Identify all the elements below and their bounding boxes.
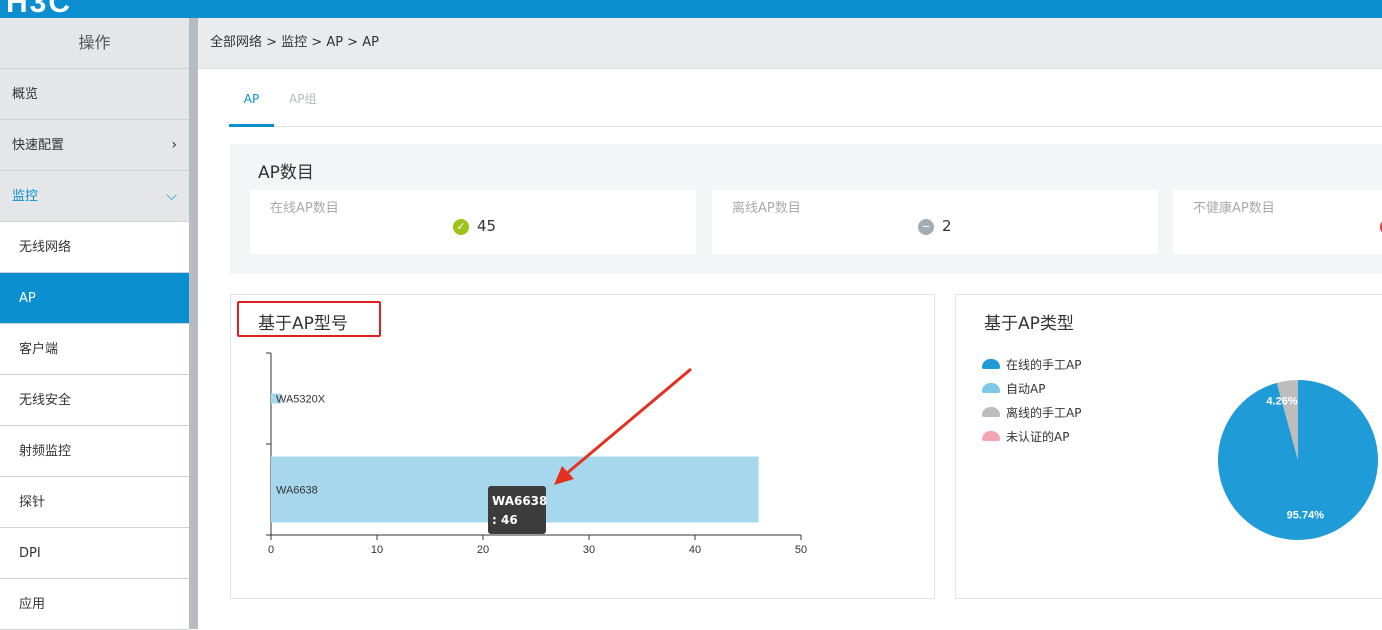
x-tick-label: 30 — [583, 544, 595, 556]
sidebar-header: 操作 — [0, 18, 189, 69]
tab-ap[interactable]: AP — [229, 78, 274, 127]
sidebar-item-rf-monitor[interactable]: 射频监控 — [0, 426, 189, 477]
sidebar-item-clients[interactable]: 客户端 — [0, 324, 189, 375]
online-ap-card: 在线AP数目 ✓ 45 — [250, 190, 696, 254]
scrollbar-thumb[interactable] — [189, 18, 198, 629]
sidebar-item-quick-config[interactable]: 快速配置 › — [0, 120, 189, 171]
top-banner: H3C — [0, 0, 1382, 18]
check-circle-icon: ✓ — [453, 218, 469, 235]
sidebar-item-label: 应用 — [19, 597, 46, 612]
tab-ap-group[interactable]: AP组 — [289, 78, 316, 124]
x-tick-label: 0 — [268, 544, 274, 556]
bar-category-label: WA5320X — [276, 394, 326, 406]
pie-slice-label: 4.26% — [1266, 396, 1297, 408]
breadcrumb: 全部网络 > 监控 > AP > AP — [198, 18, 1382, 69]
pie-slice-label: 95.74% — [1287, 510, 1325, 522]
tooltip-name: WA6638 — [492, 494, 548, 508]
sidebar-item-wireless-security[interactable]: 无线安全 — [0, 375, 189, 426]
online-ap-value-row: ✓ 45 — [453, 216, 496, 236]
x-tick-label: 40 — [689, 544, 701, 556]
sidebar-item-label: 快速配置 — [12, 138, 65, 153]
sidebar-item-label: 射频监控 — [19, 444, 72, 459]
tab-bar: AP AP组 — [229, 78, 1382, 127]
sidebar-item-overview[interactable]: 概览 — [0, 69, 189, 120]
sidebar: 操作 概览 快速配置 › 监控 ⌵ 无线网络 AP 客户端 无线安全 射频监控 探针… — [0, 18, 189, 630]
online-ap-count: 45 — [477, 217, 497, 235]
sidebar-item-label: 概览 — [12, 87, 39, 102]
sidebar-scrollbar[interactable] — [189, 18, 198, 629]
sidebar-item-label: 监控 — [12, 189, 39, 204]
sidebar-item-ap[interactable]: AP — [0, 273, 189, 324]
offline-ap-count: 2 — [942, 217, 952, 235]
x-tick-label: 10 — [371, 544, 383, 556]
sidebar-item-wireless-network[interactable]: 无线网络 — [0, 222, 189, 273]
sidebar-item-label: 无线网络 — [19, 240, 72, 255]
chevron-down-icon: ⌵ — [166, 188, 177, 204]
offline-ap-card: 离线AP数目 −2 — [712, 190, 1158, 254]
minus-circle-icon: − — [918, 218, 934, 235]
main-content: 全部网络 > 监控 > AP > AP AP AP组 AP数目 在线AP数目 ✓… — [198, 18, 1382, 629]
ap-count-panel: AP数目 在线AP数目 ✓ 45 离线AP数目 −2 不健康AP数目 ! — [230, 144, 1382, 274]
sidebar-item-label: 探针 — [19, 495, 46, 510]
ap-type-pie-chart: 95.74% 4.26% — [1218, 380, 1378, 540]
online-ap-label: 在线AP数目 — [270, 201, 339, 216]
unhealthy-ap-card: 不健康AP数目 ! — [1173, 190, 1382, 254]
offline-ap-value-row: −2 — [918, 216, 952, 236]
sidebar-item-probe[interactable]: 探针 — [0, 477, 189, 528]
ap-type-chart-panel: 基于AP类型 在线的手工AP 自动AP 离线的手工AP 未认证的AP 95.74… — [955, 294, 1382, 599]
bar-category-label: WA6638 — [276, 485, 318, 497]
sidebar-item-application[interactable]: 应用 — [0, 579, 189, 630]
chevron-right-icon: › — [171, 137, 177, 153]
chart-tooltip: WA6638 : 46 — [488, 486, 548, 534]
sidebar-item-monitor[interactable]: 监控 ⌵ — [0, 171, 189, 222]
ap-model-bar-chart: WA5320X WA6638 0 10 20 30 40 50 — [266, 352, 807, 556]
brand-logo: H3C — [6, 0, 73, 18]
sidebar-item-label: 客户端 — [19, 342, 59, 357]
sidebar-item-label: 无线安全 — [19, 393, 72, 408]
sidebar-item-label: AP — [19, 291, 36, 306]
x-tick-label: 50 — [795, 544, 807, 556]
sidebar-item-dpi[interactable]: DPI — [0, 528, 189, 579]
tooltip-value: : 46 — [492, 513, 518, 527]
offline-ap-label: 离线AP数目 — [732, 201, 801, 216]
sidebar-item-label: DPI — [19, 546, 41, 561]
ap-count-title: AP数目 — [258, 163, 314, 183]
ap-model-chart-panel: 基于AP型号 WA5320X WA6638 0 10 20 30 40 50 — [230, 294, 935, 599]
x-tick-label: 20 — [477, 544, 489, 556]
unhealthy-ap-label: 不健康AP数目 — [1193, 201, 1275, 216]
